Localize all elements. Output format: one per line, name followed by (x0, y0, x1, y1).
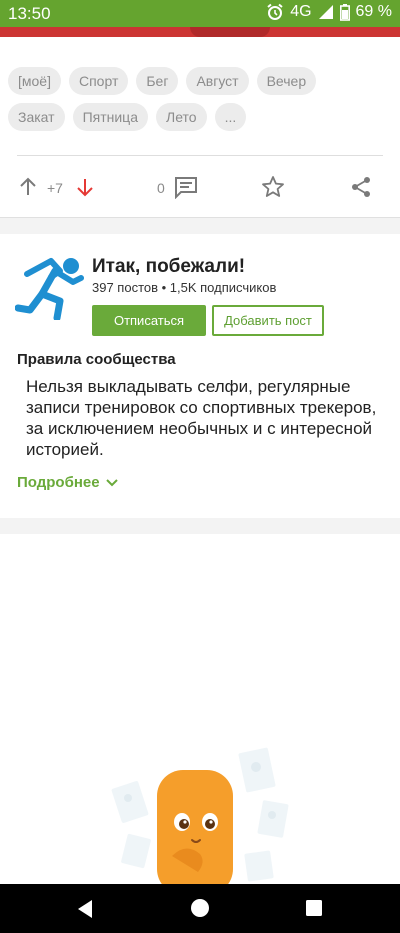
community-card: Итак, побежали! 397 постов • 1,5K подпис… (0, 234, 400, 518)
recents-icon[interactable] (306, 900, 322, 916)
post-card: [моё] Спорт Бег Август Вечер Закат Пятница Лето… (0, 37, 400, 218)
more-tags-button[interactable]: ... (214, 103, 247, 131)
tag[interactable]: [моё] (8, 67, 61, 95)
battery-icon (339, 3, 350, 21)
rules-title: Правила сообщества (17, 351, 176, 368)
network-type: 4G (290, 3, 312, 20)
post-actions: +7 0 (0, 173, 400, 203)
comments-button[interactable] (174, 175, 198, 199)
alarm-icon (267, 3, 283, 20)
save-button[interactable] (261, 175, 285, 199)
tag[interactable]: Бег (136, 67, 179, 95)
rating-count: +7 (47, 180, 63, 196)
tag-list: [моё] Спорт Бег Август Вечер Закат Пятница Лето… (8, 67, 388, 139)
rules-text: Нельзя выкладывать селфи, регулярные зап… (26, 377, 377, 459)
status-icons: 4G 69 % (266, 3, 392, 21)
tag[interactable]: Лето (156, 103, 207, 131)
more-link[interactable]: Подробнее (17, 474, 118, 491)
upvote-button[interactable] (18, 177, 38, 197)
share-button[interactable] (349, 175, 373, 199)
tag[interactable]: Спорт (68, 67, 129, 95)
community-title[interactable]: Итак, побежали! (92, 256, 245, 278)
chevron-down-icon (105, 478, 118, 486)
section-gap (0, 518, 400, 534)
downvote-button[interactable] (75, 177, 95, 197)
add-post-button[interactable]: Добавить пост (212, 305, 324, 336)
comment-icon (175, 177, 197, 199)
unsubscribe-button[interactable]: Отписаться (92, 305, 206, 336)
comments-count: 0 (157, 180, 165, 196)
more-link-label: Подробнее (17, 474, 100, 491)
tag[interactable]: Закат (8, 103, 65, 131)
section-gap (0, 218, 400, 234)
battery-level: 69 % (355, 3, 392, 20)
downvote-icon (77, 179, 93, 197)
tag[interactable]: Вечер (256, 67, 317, 95)
upvote-icon (20, 177, 36, 195)
signal-icon (318, 5, 333, 19)
community-stats: 397 постов • 1,5K подписчиков (92, 280, 277, 295)
home-icon[interactable] (190, 898, 210, 918)
status-time: 13:50 (8, 4, 51, 23)
star-icon (262, 176, 284, 197)
tag[interactable]: Пятница (72, 103, 148, 131)
post-image[interactable] (0, 27, 400, 37)
tag[interactable]: Август (186, 67, 249, 95)
empty-state-illustration (111, 747, 289, 885)
runner-logo-icon[interactable] (15, 254, 85, 320)
status-bar: 13:50 4G 69 % (0, 0, 400, 27)
system-nav-bar (0, 884, 400, 933)
divider (17, 155, 383, 156)
share-icon (352, 177, 370, 197)
back-icon[interactable] (76, 899, 94, 919)
